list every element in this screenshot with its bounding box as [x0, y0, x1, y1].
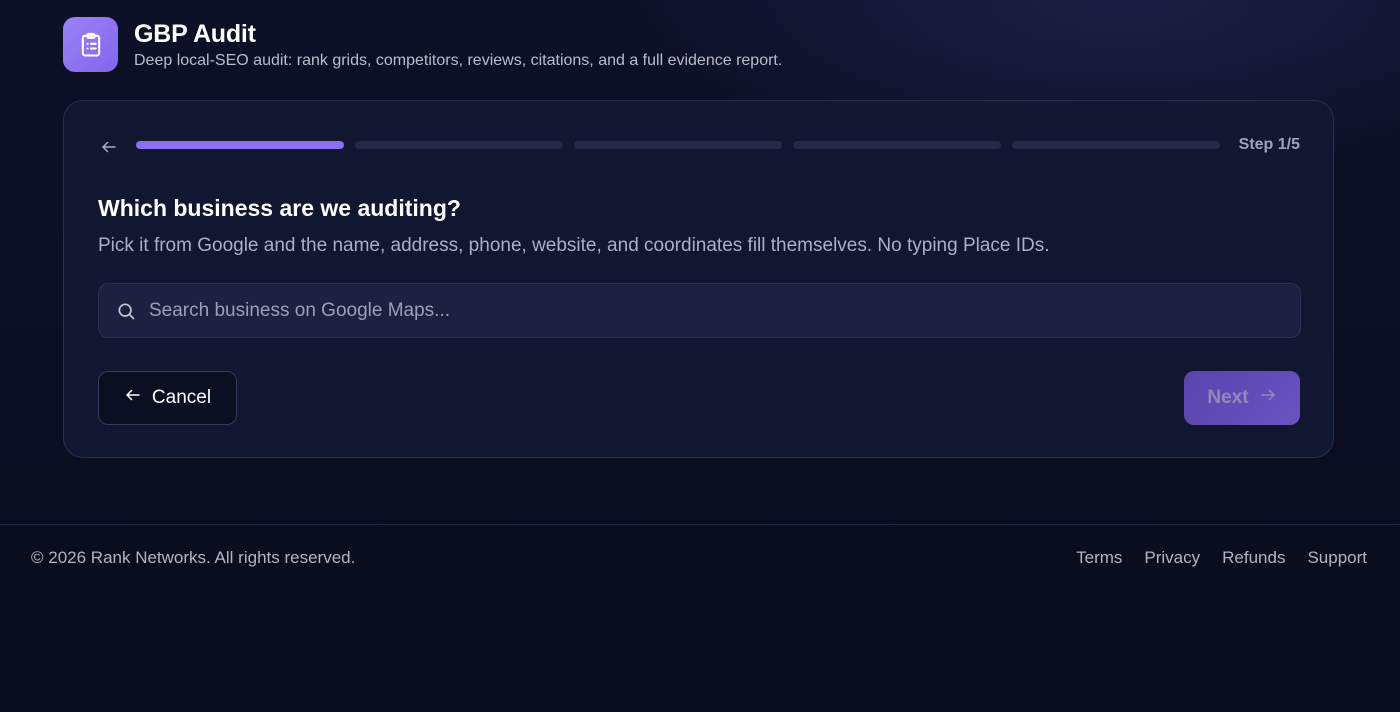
step-helper-text: Pick it from Google and the name, addres…	[98, 235, 1050, 256]
step-progress	[136, 141, 1220, 149]
progress-segment	[136, 141, 344, 149]
footer-divider	[0, 524, 1400, 525]
footer-link-support[interactable]: Support	[1307, 548, 1367, 568]
app-header: GBP Audit Deep local-SEO audit: rank gri…	[63, 17, 782, 72]
footer-link-refunds[interactable]: Refunds	[1222, 548, 1285, 568]
progress-segment	[355, 141, 563, 149]
cancel-button-label: Cancel	[151, 387, 212, 408]
progress-segment	[793, 141, 1001, 149]
arrow-right-icon	[1259, 386, 1277, 410]
step-question: Which business are we auditing?	[98, 195, 461, 221]
next-button[interactable]: Next	[1184, 371, 1300, 425]
next-button-label: Next	[1207, 387, 1249, 408]
progress-segment	[574, 141, 782, 149]
arrow-left-icon	[124, 386, 142, 410]
footer-links: Terms Privacy Refunds Support	[1076, 548, 1367, 568]
app-subtitle: Deep local-SEO audit: rank grids, compet…	[134, 52, 783, 69]
business-search-input[interactable]	[149, 284, 1300, 337]
footer-link-terms[interactable]: Terms	[1076, 548, 1122, 568]
back-arrow-icon[interactable]	[98, 136, 120, 158]
app-title: GBP Audit	[134, 20, 256, 48]
footer-link-privacy[interactable]: Privacy	[1144, 548, 1200, 568]
business-search-box	[98, 283, 1301, 338]
search-icon	[115, 300, 137, 322]
cancel-button[interactable]: Cancel	[98, 371, 237, 425]
step-label: Step 1/5	[1238, 136, 1300, 153]
footer-copyright: © 2026 Rank Networks. All rights reserve…	[31, 548, 356, 567]
wizard-card: Step 1/5 Which business are we auditing?…	[63, 100, 1334, 458]
progress-segment	[1012, 141, 1220, 149]
clipboard-list-icon	[63, 17, 118, 72]
